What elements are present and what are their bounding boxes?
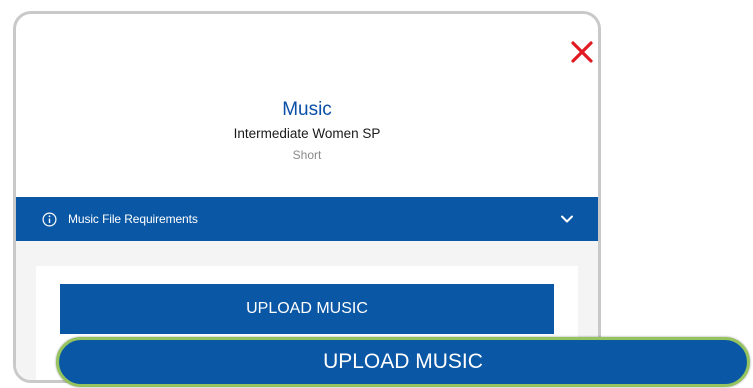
upload-music-button[interactable]: UPLOAD MUSIC (60, 284, 554, 334)
upload-music-button-highlighted[interactable]: UPLOAD MUSIC (56, 337, 750, 387)
music-modal: Music Intermediate Women SP Short Music … (13, 11, 601, 383)
modal-header: Music Intermediate Women SP Short (16, 98, 598, 164)
segment-label: Short (292, 148, 322, 162)
music-file-requirements-toggle[interactable]: Music File Requirements (16, 197, 598, 241)
info-icon (42, 211, 57, 227)
close-icon[interactable] (569, 39, 595, 65)
requirements-label: Music File Requirements (68, 212, 198, 226)
close-button[interactable] (569, 39, 595, 65)
modal-subtitle: Intermediate Women SP (233, 126, 381, 141)
modal-title: Music (282, 99, 332, 120)
chevron-down-icon[interactable] (560, 212, 574, 226)
